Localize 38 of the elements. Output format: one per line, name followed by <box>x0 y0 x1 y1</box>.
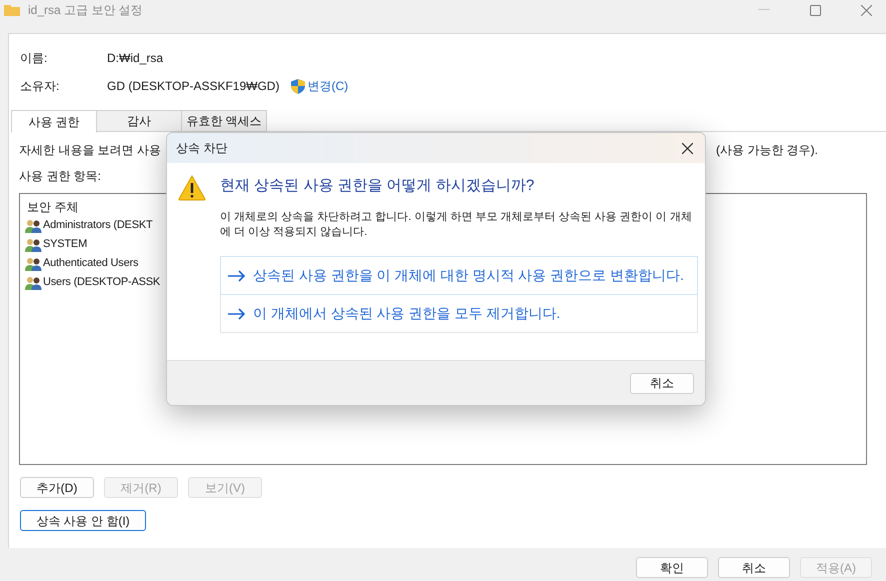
change-link[interactable]: 변경(C) <box>307 77 348 95</box>
tab[interactable]: 사용 권한 <box>11 110 97 133</box>
shield-icon <box>291 78 306 94</box>
principal-item[interactable]: Authenticated Users <box>43 255 138 272</box>
maximize-icon[interactable] <box>810 4 821 16</box>
principal-item[interactable]: SYSTEM <box>43 236 88 253</box>
dialog-message: 이 개체로의 상속을 차단하려고 합니다. 이렇게 하면 부모 개체로부터 상속된 사용 권한이 이 개체에 더 이상 적용되지 않습니다. <box>220 210 693 240</box>
field-label: 소유자: <box>20 78 60 95</box>
dialog-title: 상속 차단 <box>176 140 228 157</box>
users-icon <box>25 256 42 270</box>
users-icon <box>25 218 42 232</box>
cancel-button[interactable]: 취소 <box>630 372 694 394</box>
folder-icon <box>4 4 20 16</box>
warning-icon <box>178 175 206 201</box>
window-title: id_rsa 고급 보안 설정 <box>28 2 143 19</box>
list-label: 사용 권한 항목: <box>19 168 102 185</box>
close-icon[interactable] <box>682 142 693 154</box>
dialog-button[interactable]: 추가(D) <box>20 477 94 498</box>
arrow-icon <box>228 308 246 320</box>
principal-item[interactable]: Users (DESKTOP-ASSK <box>43 274 160 291</box>
dialog-button[interactable]: 취소 <box>718 557 790 578</box>
users-icon <box>25 238 42 252</box>
arrow-icon <box>228 270 246 282</box>
field-value: GD (DESKTOP-ASSKF19₩GD) <box>107 78 280 95</box>
disable-inheritance-button[interactable]: 상속 사용 안 함(I) <box>20 510 146 531</box>
dialog-button[interactable]: 확인 <box>636 557 708 578</box>
field-value: D:₩id_rsa <box>107 50 164 67</box>
tab[interactable]: 감사 <box>96 110 182 132</box>
description-text: (사용 가능한 경우). <box>716 142 818 157</box>
field-label: 이름: <box>20 50 48 67</box>
command-link[interactable]: 상속된 사용 권한을 이 개체에 대한 명시적 사용 권한으로 변환합니다. <box>220 256 698 294</box>
column-header: 보안 주체 <box>26 199 80 216</box>
tab[interactable]: 유효한 액세스 <box>181 110 267 132</box>
principal-item[interactable]: Administrators (DESKT <box>43 217 152 234</box>
command-link[interactable]: 이 개체에서 상속된 사용 권한을 모두 제거합니다. <box>220 294 698 332</box>
users-icon <box>25 276 42 290</box>
dialog-heading: 현재 상속된 사용 권한을 어떻게 하시겠습니까? <box>220 176 536 196</box>
description-text: 자세한 내용을 보려면 사용 <box>19 142 162 157</box>
